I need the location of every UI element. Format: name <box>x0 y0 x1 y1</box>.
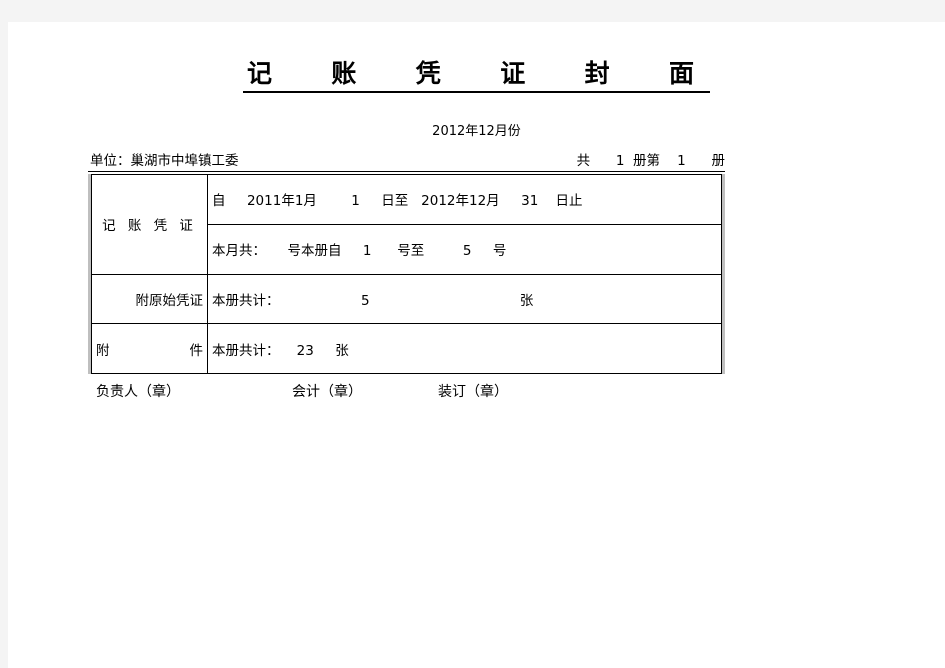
document-sheet: 记 账 凭 证 封 面 2012年12月份 单位：巢湖市中埠镇工委 共 1 册第… <box>8 22 945 668</box>
header-row: 单位：巢湖市中埠镇工委 共 1 册第 1 册 <box>88 148 725 172</box>
signature-accountant: 会计（章） <box>292 384 362 400</box>
voucher-table-container: 记 账 凭 证 自 2011年1月 1 日至 2012年12月 31 日止 本月… <box>88 174 725 374</box>
row-label-original-vouchers: 附原始凭证 <box>91 273 208 325</box>
title-container: 记 账 凭 证 封 面 <box>8 59 945 93</box>
row-value-monthly-count: 本月共： 号本册自 1 号至 5 号 <box>207 223 722 275</box>
voucher-table: 记 账 凭 证 自 2011年1月 1 日至 2012年12月 31 日止 本月… <box>91 174 722 374</box>
signature-person-in-charge: 负责人（章） <box>96 384 180 400</box>
signature-row: 负责人（章） 会计（章） 装订（章） <box>96 381 736 403</box>
table-row: 记 账 凭 证 自 2011年1月 1 日至 2012年12月 31 日止 <box>91 174 722 275</box>
page-title: 记 账 凭 证 封 面 <box>242 59 711 93</box>
signature-binder: 装订（章） <box>438 384 508 400</box>
table-right-edge <box>722 174 725 374</box>
row-value-date-range: 自 2011年1月 1 日至 2012年12月 31 日止 <box>207 174 722 225</box>
row-label-voucher: 记 账 凭 证 <box>91 174 208 275</box>
table-row: 附原始凭证 本册共计： 5 张 <box>91 273 722 325</box>
unit-label: 单位：巢湖市中埠镇工委 <box>90 153 239 169</box>
table-row: 附 件 本册共计： 23 张 <box>91 323 722 374</box>
volume-label: 共 1 册第 1 册 <box>576 153 725 169</box>
document-subtitle: 2012年12月份 <box>432 124 521 139</box>
row-value-attachments-total: 本册共计： 23 张 <box>207 323 722 374</box>
row-label-attachments: 附 件 <box>91 323 208 374</box>
row-value-original-vouchers-total: 本册共计： 5 张 <box>207 273 722 325</box>
